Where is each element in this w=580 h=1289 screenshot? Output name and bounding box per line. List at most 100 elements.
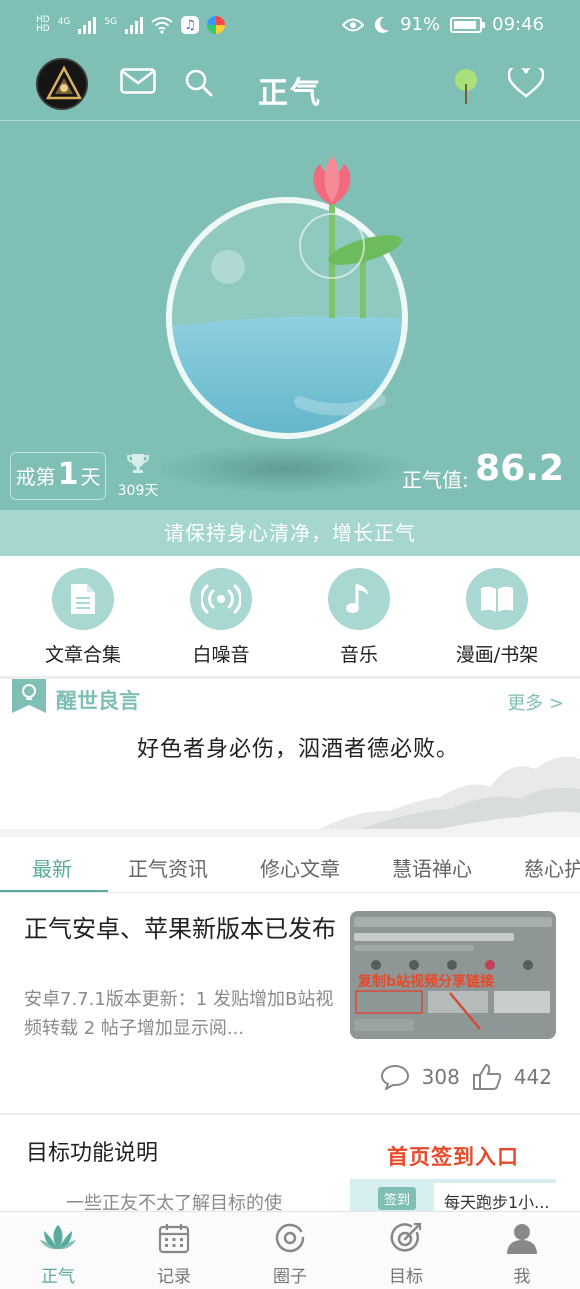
battery-icon [450, 16, 486, 33]
nav-item-circle[interactable]: 圈子 [232, 1212, 348, 1289]
quote-title: 醒世良言 [56, 689, 140, 713]
thumbs-up-icon[interactable] [472, 1063, 502, 1091]
header-divider [0, 120, 580, 121]
clock: 09:46 [492, 14, 544, 35]
lightbulb-bookmark-icon [12, 679, 46, 713]
document-icon [71, 584, 95, 614]
tab-zen[interactable]: 慧语禅心 [392, 853, 472, 882]
shortcut-label: 漫画/书架 [455, 644, 539, 666]
nav-label: 记录 [157, 1267, 191, 1287]
circle-icon [275, 1223, 305, 1253]
nav-label: 圈子 [273, 1267, 307, 1287]
article-title[interactable]: 目标功能说明 [26, 1135, 158, 1167]
page-title: 正气 [258, 76, 322, 111]
article-card[interactable]: 正气安卓、苹果新版本已发布 安卓7.7.1版本更新：1 发贴增加B站视频转载 2… [0, 893, 580, 1113]
nav-item-me[interactable]: 我 [464, 1212, 580, 1289]
lotus-icon [40, 1225, 76, 1250]
nav-icon-wrap [348, 1220, 464, 1256]
comment-count: 308 [421, 1065, 460, 1089]
shortcut-label: 文章合集 [44, 644, 121, 666]
nav-label: 我 [513, 1267, 531, 1287]
best-record[interactable]: 309天 [112, 452, 164, 500]
best-days: 309天 [117, 483, 159, 499]
wifi-icon [151, 17, 173, 34]
tab-news[interactable]: 正气资讯 [128, 853, 208, 882]
app-icon-colorful [207, 16, 226, 34]
trophy-icon [127, 454, 149, 473]
tab-latest[interactable]: 最新 [32, 853, 72, 882]
signal-icon [78, 16, 97, 34]
zhengqi-value: 86.2 [475, 448, 564, 489]
moon-icon [374, 16, 390, 33]
category-tabs: 最新 正气资讯 修心文章 慧语禅心 慈心护 [0, 837, 580, 893]
quote-text: 好色者身必伤，泅酒者德必败。 [136, 737, 459, 762]
network-label-1: 4G [57, 17, 71, 27]
shortcut-comics[interactable]: 漫画/书架 [437, 556, 557, 676]
eye-icon [342, 18, 365, 31]
zhengqi-label: 正气值: [402, 468, 469, 492]
nav-item-target[interactable]: 目标 [348, 1212, 464, 1289]
nav-label: 目标 [389, 1267, 423, 1287]
shortcut-icon-wrap [190, 568, 252, 630]
article-thumbnail[interactable]: 首页签到入口 签到 每天跑步1小... [350, 1135, 556, 1211]
shortcut-icon-wrap [52, 568, 114, 630]
heart-icon[interactable] [508, 68, 544, 98]
nav-icon-wrap [116, 1220, 232, 1256]
top-nav: 正气 [0, 56, 580, 120]
battery-percent: 91% [400, 14, 441, 35]
quote-more-link[interactable]: 更多 > [507, 689, 564, 715]
hd-label-2: HD [36, 24, 50, 34]
tree-icon[interactable] [452, 66, 480, 106]
bowl-shadow [160, 445, 410, 493]
nav-icon-wrap [0, 1220, 116, 1256]
article-title[interactable]: 正气安卓、苹果新版本已发布 [24, 913, 342, 946]
article-summary: 安卓7.7.1版本更新：1 发贴增加B站视频转载 2 帖子增加显示阅... [24, 989, 334, 1039]
like-count: 442 [513, 1065, 552, 1089]
music-app-icon: ♫ [181, 16, 200, 34]
nav-item-record[interactable]: 记录 [116, 1212, 232, 1289]
tab-compassion[interactable]: 慈心护 [524, 853, 580, 882]
music-note-icon [346, 584, 368, 613]
thumbnail-preview: 签到 每天跑步1小... [350, 1179, 556, 1211]
article-summary: 一些正友不太了解目标的使 [66, 1193, 282, 1211]
status-bar: HD HD 4G 5G ♫ 91% 09:46 [0, 0, 580, 56]
shortcut-articles[interactable]: 文章合集 [23, 556, 143, 676]
network-label-2: 5G [104, 17, 118, 27]
signal-icon-2 [125, 16, 144, 34]
thumbnail-heading: 首页签到入口 [387, 1145, 519, 1169]
broadcast-icon [201, 584, 241, 614]
nav-item-zhengqi[interactable]: 正气 [0, 1212, 116, 1289]
divider [0, 829, 580, 837]
shortcut-icon-wrap [466, 568, 528, 630]
shortcut-icon-wrap [328, 568, 390, 630]
quit-days: 1 [57, 457, 79, 492]
shortcut-label: 白噪音 [192, 644, 250, 666]
target-icon [390, 1222, 422, 1252]
calendar-icon [158, 1224, 190, 1254]
status-right: 91% 09:46 [342, 14, 544, 35]
slogan-banner: 请保持身心清净，增长正气 [0, 510, 580, 556]
status-left: HD HD 4G 5G ♫ [36, 16, 226, 34]
nav-icon-wrap [232, 1220, 348, 1256]
hero-section: HD HD 4G 5G ♫ 91% 09:46 正气 戒第 1 天 309天 正… [0, 0, 580, 556]
tab-articles[interactable]: 修心文章 [260, 853, 340, 882]
article-thumbnail[interactable]: 复制b站视频分享链接 [350, 911, 556, 1039]
hd-indicator: HD HD [36, 16, 50, 34]
quit-prefix: 戒第 [15, 465, 56, 489]
quit-day-counter[interactable]: 戒第 1 天 [10, 452, 106, 500]
nav-icon-wrap [464, 1220, 580, 1256]
nav-label: 正气 [41, 1267, 75, 1287]
shortcut-label: 音乐 [339, 644, 378, 666]
person-icon [507, 1224, 537, 1254]
thumbnail-caption: 复制b站视频分享链接 [358, 974, 495, 990]
article-card[interactable]: 目标功能说明 一些正友不太了解目标的使 首页签到入口 签到 每天跑步1小... [0, 1115, 580, 1211]
open-book-icon [481, 586, 513, 612]
lotus-bowl-icon [166, 156, 408, 439]
bottom-nav: 正气 记录 圈子 目标 我 [0, 1211, 580, 1289]
shortcut-music[interactable]: 音乐 [299, 556, 419, 676]
shortcut-white-noise[interactable]: 白噪音 [161, 556, 281, 676]
shortcut-grid: 文章合集 白噪音 音乐 漫画/书架 [0, 556, 580, 676]
quit-suffix: 天 [80, 465, 101, 489]
comment-icon[interactable] [380, 1064, 410, 1090]
article-stats: 308 442 [380, 1063, 552, 1091]
